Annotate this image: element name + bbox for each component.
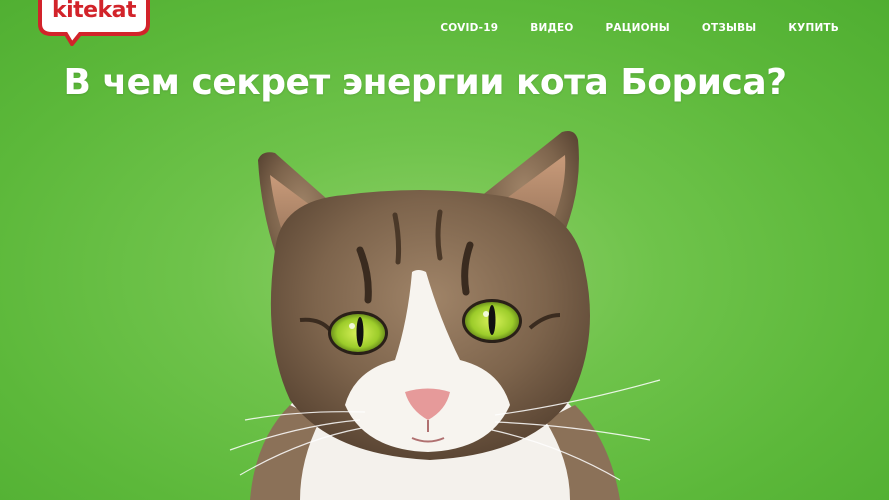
landing-page: kitekat COVID-19 ВИДЕО РАЦИОНЫ ОТЗЫВЫ КУ…: [0, 0, 889, 500]
cat-portrait-image: [229, 131, 661, 500]
